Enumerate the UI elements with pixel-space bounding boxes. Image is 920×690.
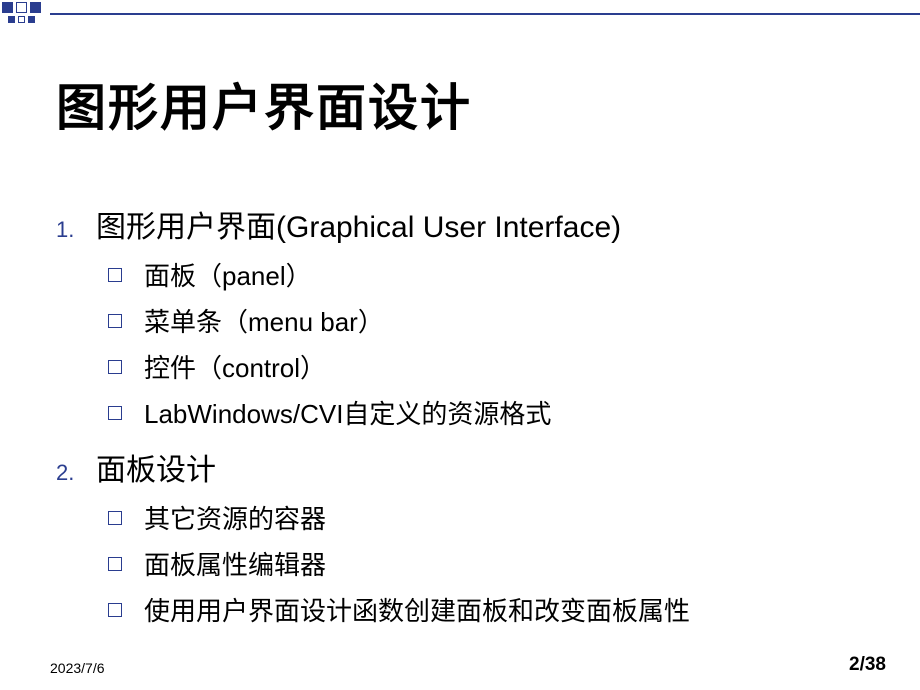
sub-text: 其它资源的容器 [144,499,326,536]
sub-item: 控件（control） [108,348,890,385]
sub-item: 面板属性编辑器 [108,545,890,582]
content-area: 1. 图形用户界面(Graphical User Interface) 面板（p… [48,202,890,642]
sub-item: 菜单条（menu bar） [108,302,890,339]
list-number: 1. [48,217,96,243]
sub-list: 面板（panel） 菜单条（menu bar） 控件（control） LabW… [108,256,890,431]
sub-text: 使用用户界面设计函数创建面板和改变面板属性 [144,591,690,628]
sub-list: 其它资源的容器 面板属性编辑器 使用用户界面设计函数创建面板和改变面板属性 [108,499,890,628]
bullet-square-icon [108,557,122,571]
sub-item: 面板（panel） [108,256,890,293]
bullet-square-icon [108,603,122,617]
sub-item: LabWindows/CVI自定义的资源格式 [108,394,890,431]
sub-item: 使用用户界面设计函数创建面板和改变面板属性 [108,591,890,628]
list-number: 2. [48,460,96,486]
header-decoration [0,0,920,26]
bullet-square-icon [108,511,122,525]
sub-item: 其它资源的容器 [108,499,890,536]
footer-date: 2023/7/6 [50,660,105,676]
sub-text: LabWindows/CVI自定义的资源格式 [144,394,551,431]
list-item: 2. 面板设计 [48,445,890,489]
decorative-squares [2,2,41,26]
sub-text: 面板（panel） [144,256,312,293]
bullet-square-icon [108,406,122,420]
sub-text: 控件（control） [144,348,326,385]
sub-text: 菜单条（menu bar） [144,302,384,339]
bullet-square-icon [108,360,122,374]
list-item: 1. 图形用户界面(Graphical User Interface) [48,202,890,246]
slide-title: 图形用户界面设计 [56,68,472,140]
bullet-square-icon [108,314,122,328]
header-line [50,13,920,15]
list-text: 面板设计 [96,445,216,489]
list-text: 图形用户界面(Graphical User Interface) [96,202,621,246]
bullet-square-icon [108,268,122,282]
sub-text: 面板属性编辑器 [144,545,326,582]
footer-page-number: 2/38 [849,654,886,676]
